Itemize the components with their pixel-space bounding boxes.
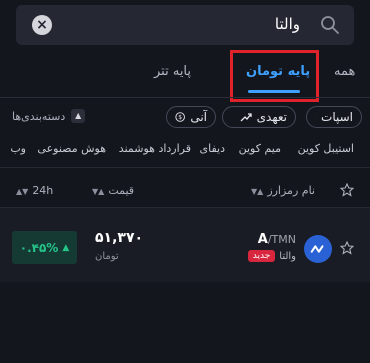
search-icon xyxy=(321,16,339,34)
category-web[interactable]: وب xyxy=(10,142,26,155)
category-smart-contract[interactable]: قرارداد هوشمند xyxy=(119,142,191,155)
asset-name: والتا xyxy=(279,250,296,262)
sort-icon: ▲▼ xyxy=(251,187,264,196)
chip-margin[interactable]: تعهدی xyxy=(222,106,296,128)
price-unit: تومان xyxy=(95,251,119,262)
chip-spot-label: اسپات xyxy=(321,110,353,124)
pair-label: A/TMN xyxy=(258,232,296,247)
category-ai[interactable]: هوش مصنوعی xyxy=(37,142,106,155)
chip-instant-label: آنی xyxy=(190,110,207,124)
header-change[interactable]: ▲▼ 24h xyxy=(16,184,53,197)
favorite-star-icon[interactable] xyxy=(340,241,354,255)
change-badge: ۰.۴۵% ▲ xyxy=(12,231,77,264)
pair-symbol: A xyxy=(257,232,268,247)
change-value: ۰.۴۵% xyxy=(19,240,59,255)
categories-toggle[interactable]: ▲ دسته‌بندی‌ها xyxy=(12,109,86,123)
search-input[interactable]: والتا xyxy=(275,15,300,33)
star-icon[interactable] xyxy=(340,183,354,197)
price-value: ۵۱,۳۷۰ xyxy=(95,230,144,246)
coin-logo-icon xyxy=(304,235,332,263)
tab-all[interactable]: همه xyxy=(334,64,355,79)
asset-name-line: والتا جدید xyxy=(247,250,296,262)
header-change-label: 24h xyxy=(32,184,54,197)
category-list: استیبل کوین میم کوین دیفای قرارداد هوشمن… xyxy=(0,142,370,158)
filter-row: اسپات تعهدی آنی $ ▲ دسته‌بندی‌ها xyxy=(0,106,370,130)
header-divider xyxy=(0,167,370,168)
margin-trend-icon xyxy=(240,113,252,122)
clear-search-icon[interactable]: × xyxy=(32,15,52,35)
spot-chart-icon xyxy=(315,116,316,118)
category-defi[interactable]: دیفای xyxy=(200,142,226,155)
tabs-divider xyxy=(0,97,370,98)
instant-dollar-icon: $ xyxy=(175,112,185,122)
chip-spot[interactable]: اسپات xyxy=(306,106,362,128)
header-price-label: قیمت xyxy=(108,184,135,197)
empty-list-area xyxy=(0,282,370,363)
search-bar[interactable]: × والتا xyxy=(16,5,354,45)
header-name[interactable]: نام رمزارز▲▼ xyxy=(251,184,315,197)
categories-toggle-label: دسته‌بندی‌ها xyxy=(12,109,66,123)
sort-icon: ▲▼ xyxy=(92,187,105,196)
sort-icon: ▲▼ xyxy=(16,187,29,196)
chip-instant[interactable]: آنی $ xyxy=(166,106,216,128)
new-badge: جدید xyxy=(247,250,276,262)
table-row[interactable]: ۰.۴۵% ▲ ۵۱,۳۷۰ تومان A/TMN والتا جدید xyxy=(0,208,370,282)
tab-tether[interactable]: پایه تتر xyxy=(154,64,191,79)
category-stablecoin[interactable]: استیبل کوین xyxy=(298,142,354,155)
header-name-label: نام رمزارز xyxy=(267,184,315,197)
triangle-up-icon: ▲ xyxy=(62,242,70,253)
caret-up-icon: ▲ xyxy=(71,109,86,123)
svg-text:$: $ xyxy=(178,114,182,121)
pair-quote: /TMN xyxy=(267,233,296,246)
category-memecoin[interactable]: میم کوین xyxy=(239,142,281,155)
tab-highlight-box xyxy=(230,50,319,102)
header-price[interactable]: قیمت▲▼ xyxy=(92,184,134,197)
chip-margin-label: تعهدی xyxy=(256,110,287,124)
